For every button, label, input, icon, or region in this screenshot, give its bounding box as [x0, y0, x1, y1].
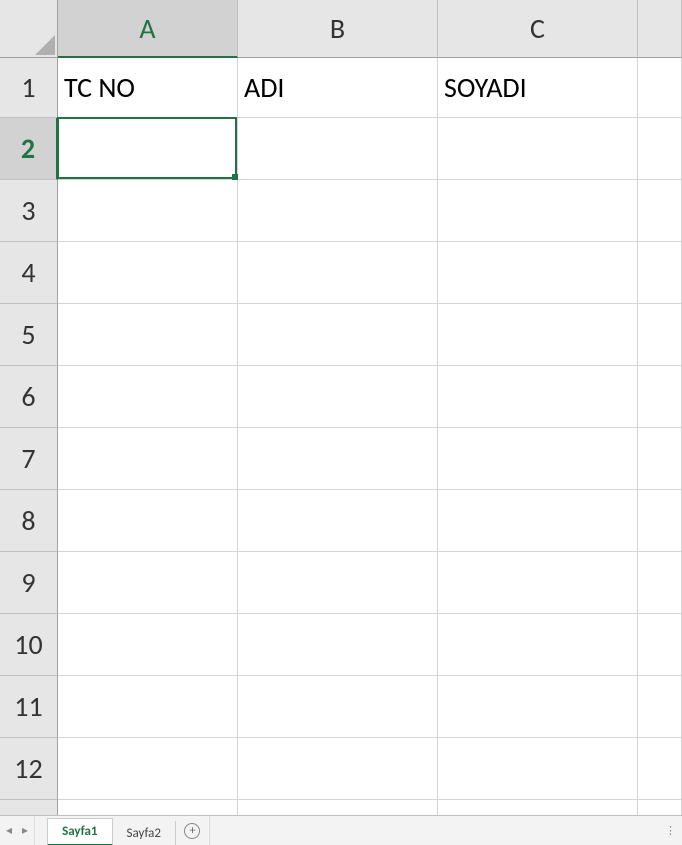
cell-extra10[interactable]: [638, 614, 682, 676]
cell-C13[interactable]: [438, 800, 638, 815]
add-sheet-button[interactable]: +: [176, 816, 210, 845]
row-header-4[interactable]: 4: [0, 242, 58, 304]
row-header-9[interactable]: 9: [0, 552, 58, 614]
column-header-extra[interactable]: [638, 0, 682, 58]
cell-A5[interactable]: [58, 304, 238, 366]
cell-C5[interactable]: [438, 304, 638, 366]
cell-B7[interactable]: [238, 428, 438, 490]
plus-icon: +: [184, 823, 200, 839]
cell-extra5[interactable]: [638, 304, 682, 366]
cell-extra2[interactable]: [638, 118, 682, 180]
cell-extra6[interactable]: [638, 366, 682, 428]
cell-B11[interactable]: [238, 676, 438, 738]
cell-A12[interactable]: [58, 738, 238, 800]
cell-A11[interactable]: [58, 676, 238, 738]
row-header-3[interactable]: 3: [0, 180, 58, 242]
tabbar-divider-icon: ⋮: [665, 824, 676, 837]
cell-extra11[interactable]: [638, 676, 682, 738]
cell-B10[interactable]: [238, 614, 438, 676]
row-header-12[interactable]: 12: [0, 738, 58, 800]
row-header-13[interactable]: 13: [0, 800, 58, 815]
cell-extra9[interactable]: [638, 552, 682, 614]
cell-B8[interactable]: [238, 490, 438, 552]
column-header-C[interactable]: C: [438, 0, 638, 58]
cell-B9[interactable]: [238, 552, 438, 614]
cell-B5[interactable]: [238, 304, 438, 366]
cell-A7[interactable]: [58, 428, 238, 490]
cell-C12[interactable]: [438, 738, 638, 800]
sheet-tabs-container: Sayfa1Sayfa2: [35, 816, 176, 845]
cell-C2[interactable]: [438, 118, 638, 180]
cell-extra12[interactable]: [638, 738, 682, 800]
row-header-1[interactable]: 1: [0, 58, 58, 118]
cell-A13[interactable]: [58, 800, 238, 815]
cell-C4[interactable]: [438, 242, 638, 304]
cell-A4[interactable]: [58, 242, 238, 304]
cell-A1[interactable]: TC NO: [58, 58, 238, 118]
row-header-6[interactable]: 6: [0, 366, 58, 428]
row-header-11[interactable]: 11: [0, 676, 58, 738]
cell-C11[interactable]: [438, 676, 638, 738]
cell-C9[interactable]: [438, 552, 638, 614]
cell-C3[interactable]: [438, 180, 638, 242]
row-header-7[interactable]: 7: [0, 428, 58, 490]
cell-extra1[interactable]: [638, 58, 682, 118]
sheet-tab-sayfa1[interactable]: Sayfa1: [47, 818, 112, 845]
cell-B2[interactable]: [238, 118, 438, 180]
cell-B4[interactable]: [238, 242, 438, 304]
sheet-nav-prev[interactable]: ◂: [6, 823, 12, 838]
cell-A2[interactable]: [58, 118, 238, 180]
cell-C10[interactable]: [438, 614, 638, 676]
cell-A9[interactable]: [58, 552, 238, 614]
sheet-tab-bar: ◂ ▸ Sayfa1Sayfa2 + ⋮: [0, 815, 682, 845]
sheet-nav-next[interactable]: ▸: [22, 823, 28, 838]
cell-B6[interactable]: [238, 366, 438, 428]
cell-extra3[interactable]: [638, 180, 682, 242]
cell-A8[interactable]: [58, 490, 238, 552]
cell-C6[interactable]: [438, 366, 638, 428]
cell-C7[interactable]: [438, 428, 638, 490]
cell-extra4[interactable]: [638, 242, 682, 304]
cell-B3[interactable]: [238, 180, 438, 242]
spreadsheet-grid: ABC 12345678910111213 TC NOADISOYADI: [0, 0, 682, 815]
select-all-corner[interactable]: [0, 0, 58, 58]
select-all-triangle-icon: [35, 35, 55, 55]
row-header-10[interactable]: 10: [0, 614, 58, 676]
cell-B1[interactable]: ADI: [238, 58, 438, 118]
row-header-5[interactable]: 5: [0, 304, 58, 366]
cell-A3[interactable]: [58, 180, 238, 242]
column-header-B[interactable]: B: [238, 0, 438, 58]
column-header-A[interactable]: A: [58, 0, 238, 58]
cell-C1[interactable]: SOYADI: [438, 58, 638, 118]
sheet-tab-sayfa2[interactable]: Sayfa2: [113, 821, 176, 845]
cell-extra7[interactable]: [638, 428, 682, 490]
cell-A6[interactable]: [58, 366, 238, 428]
cell-extra13[interactable]: [638, 800, 682, 815]
row-header-8[interactable]: 8: [0, 490, 58, 552]
cell-B13[interactable]: [238, 800, 438, 815]
row-header-2[interactable]: 2: [0, 118, 58, 180]
cell-C8[interactable]: [438, 490, 638, 552]
cell-extra8[interactable]: [638, 490, 682, 552]
cell-B12[interactable]: [238, 738, 438, 800]
tabbar-spacer: ⋮: [665, 816, 682, 845]
sheet-nav-group: ◂ ▸: [0, 816, 35, 845]
cell-A10[interactable]: [58, 614, 238, 676]
fill-handle[interactable]: [232, 174, 238, 180]
